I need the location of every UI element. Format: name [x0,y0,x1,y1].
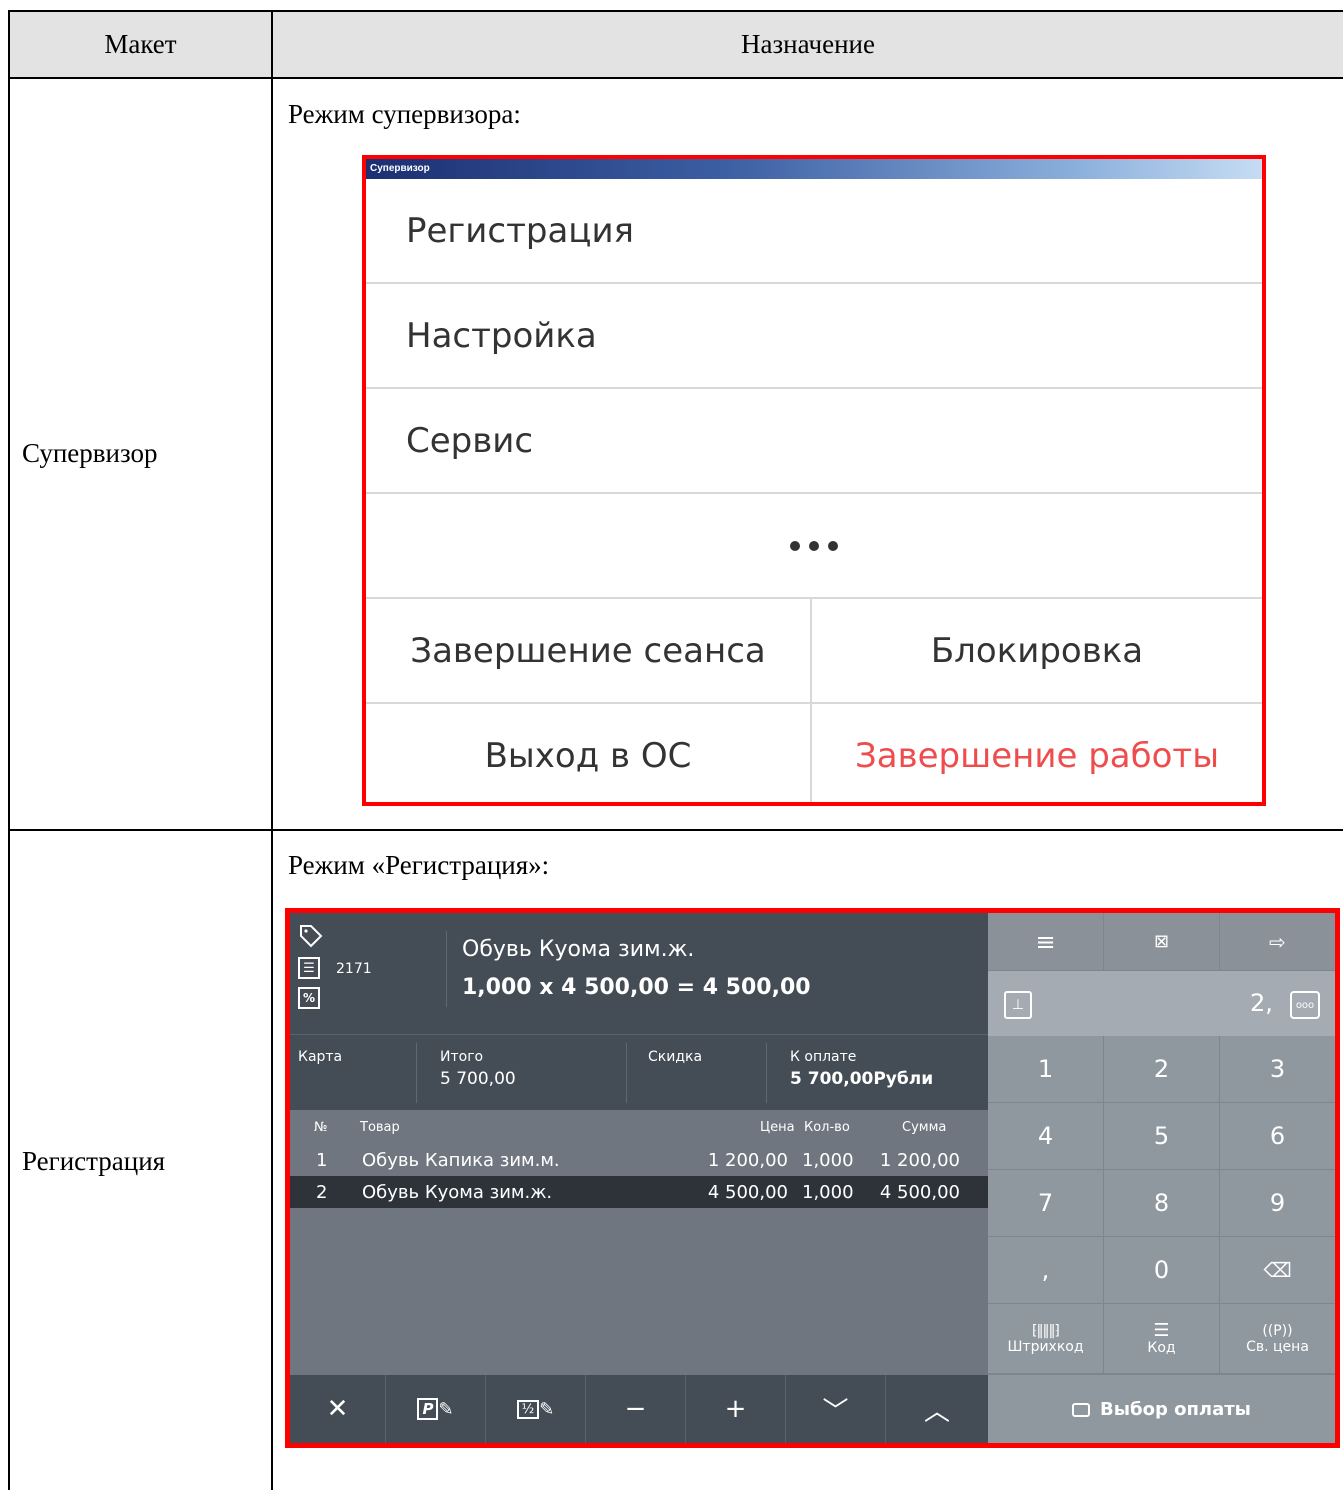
free-price-label: Св. цена [1246,1338,1309,1355]
pay-button[interactable]: Выбор оплаты [988,1374,1335,1443]
row-item: Обувь Куома зим.ж. [362,1181,553,1203]
header-layout: Макет [104,29,177,59]
key-3[interactable]: 3 [1220,1036,1335,1103]
key-1[interactable]: 1 [988,1036,1104,1103]
item-info-panel: ☰ % 2171 Обувь Куома зим.ж. 1,000 x 4 50… [290,913,988,1035]
key-8[interactable]: 8 [1104,1170,1220,1237]
close-icon[interactable]: ✕ [290,1375,386,1443]
key-6[interactable]: 6 [1220,1103,1335,1170]
scale-icon[interactable]: ⊥ [1004,991,1032,1019]
row-name-registration: Регистрация [22,1146,166,1176]
qty-edit-icon[interactable]: ½ ✎ [486,1375,586,1443]
header-divider [446,931,447,1007]
total-label: Итого [440,1049,484,1065]
row-price: 1 200,00 [707,1149,788,1171]
input-value[interactable]: 2, [1250,989,1273,1017]
chevron-up-icon[interactable]: ︿ [886,1375,988,1443]
col-price: Цена [760,1120,795,1135]
supervisor-screenshot: Супервизор Регистрация Настройка Сервис … [362,155,1266,806]
current-item-name: Обувь Куома зим.ж. [462,937,695,962]
table-row-selected[interactable]: 2 Обувь Куома зим.ж. 4 500,00 1,000 4 50… [290,1176,988,1208]
menu-item-registration[interactable]: Регистрация [366,179,1262,284]
menu-item-service[interactable]: Сервис [366,389,1262,494]
plus-icon[interactable]: + [686,1375,786,1443]
wallet-icon [1072,1402,1091,1417]
total-value: 5 700,00 [440,1069,516,1089]
menu-icon[interactable]: ≡ [988,913,1104,971]
backspace-icon[interactable]: ⌫ [1220,1237,1335,1304]
pay-label: К оплате [790,1049,857,1065]
col-num: № [314,1120,328,1135]
caption-supervisor: Режим супервизора: [288,99,521,129]
summary-divider [416,1043,417,1103]
summary-divider [626,1043,627,1103]
list-icon: ☰ [298,957,320,979]
barcode-label: Штрихкод [1007,1338,1084,1355]
bottom-toolbar: ✕ P ✎ ½ ✎ − + ﹀ ︿ [290,1375,988,1443]
col-sum: Сумма [902,1120,947,1135]
row-qty: 1,000 [802,1181,854,1203]
barcode-icon: ⁅‖‖‖⁆ [1032,1322,1060,1339]
summary-divider [766,1043,767,1103]
minus-icon[interactable]: − [586,1375,686,1443]
table-border-middle [271,10,273,1490]
chevron-down-icon[interactable]: ﹀ [786,1375,886,1443]
header-purpose: Назначение [741,29,875,59]
row-num: 2 [316,1181,328,1203]
supervisor-window-title: Супервизор [366,159,1262,179]
current-item-calc: 1,000 x 4 500,00 = 4 500,00 [462,975,811,1000]
table-border-header [8,77,1343,79]
row-sum: 1 200,00 [879,1149,960,1171]
menu-item-settings[interactable]: Настройка [366,284,1262,389]
summary-bar: Карта Итого 5 700,00 Скидка К оплате 5 7… [290,1035,988,1110]
caption-registration: Режим «Регистрация»: [288,850,550,880]
cancel-receipt-icon[interactable]: ⊠ [1104,913,1220,971]
free-price-button[interactable]: ((P)) Св. цена [1220,1304,1335,1374]
list-icon: ☰ [1153,1319,1170,1341]
shutdown-button[interactable]: Завершение работы [812,704,1262,802]
item-code: 2171 [336,961,372,977]
key-9[interactable]: 9 [1220,1170,1335,1237]
card-label[interactable]: Карта [298,1049,342,1065]
barcode-button[interactable]: ⁅‖‖‖⁆ Штрихкод [988,1304,1104,1374]
col-qty: Кол-во [804,1120,850,1135]
lock-button[interactable]: Блокировка [812,599,1262,702]
key-comma[interactable]: , [988,1237,1104,1304]
table-border-row [8,829,1343,831]
row-item: Обувь Капика зим.м. [362,1149,560,1171]
logout-icon[interactable]: ⇨ [1220,913,1335,971]
key-7[interactable]: 7 [988,1170,1104,1237]
pay-button-label: Выбор оплаты [1100,1399,1251,1420]
more-options-icon[interactable]: ooo [1290,991,1320,1019]
code-label: Код [1147,1339,1176,1356]
table-border-left [8,10,10,1490]
row-qty: 1,000 [802,1149,854,1171]
free-price-icon: ((P)) [1262,1322,1293,1339]
key-0[interactable]: 0 [1104,1237,1220,1304]
receipt-table: № Товар Цена Кол-во Сумма 1 Обувь Капика… [290,1110,988,1375]
registration-screenshot: ☰ % 2171 Обувь Куома зим.ж. 1,000 x 4 50… [285,908,1340,1448]
price-edit-icon[interactable]: P ✎ [386,1375,486,1443]
pay-value: 5 700,00Рубли [790,1069,934,1089]
percent-icon: % [298,987,320,1009]
col-item: Товар [360,1120,400,1135]
logout-button[interactable]: Завершение сеанса [366,599,812,702]
row-name-supervisor: Супервизор [22,438,158,468]
row-num: 1 [316,1149,328,1171]
tag-icon [300,925,323,948]
table-row[interactable]: 1 Обувь Капика зим.м. 1 200,00 1,000 1 2… [290,1144,988,1176]
keypad: ≡ ⊠ ⇨ ⊥ 2, ooo 1 2 3 4 5 6 7 8 9 , 0 ⌫ ⁅… [988,913,1335,1443]
key-2[interactable]: 2 [1104,1036,1220,1103]
discount-label: Скидка [648,1049,703,1065]
row-sum: 4 500,00 [879,1181,960,1203]
key-5[interactable]: 5 [1104,1103,1220,1170]
row-price: 4 500,00 [707,1181,788,1203]
exit-os-button[interactable]: Выход в ОС [366,704,812,802]
code-button[interactable]: ☰ Код [1104,1304,1220,1374]
ellipsis-icon[interactable] [366,494,1262,599]
key-4[interactable]: 4 [988,1103,1104,1170]
